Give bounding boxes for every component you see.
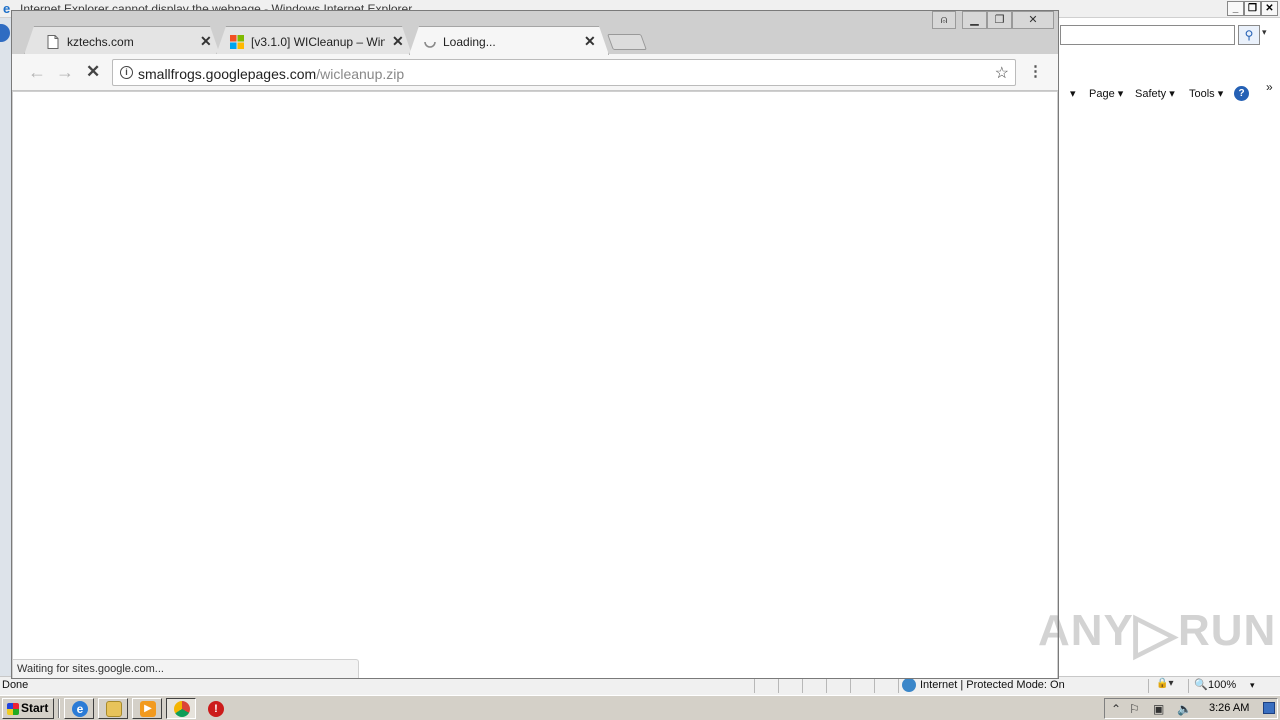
close-window-button[interactable]: ✕	[1012, 11, 1054, 29]
anyrun-watermark: ANY▷RUN	[1038, 601, 1275, 670]
page-menu[interactable]: Page ▾	[1089, 87, 1123, 100]
chevron-down-icon[interactable]: ▾	[1070, 87, 1076, 100]
status-divider	[778, 679, 779, 693]
more-menu-icon[interactable]: ⋮	[1028, 64, 1043, 79]
spinner-icon	[423, 35, 437, 49]
status-divider	[898, 679, 899, 693]
safety-menu-label: Safety	[1135, 88, 1167, 100]
internet-zone-icon	[902, 678, 916, 692]
zoom-dropdown-icon[interactable]: ▾	[1250, 680, 1255, 691]
info-icon[interactable]: i	[120, 66, 133, 79]
overflow-chevron-icon[interactable]: »	[1266, 80, 1273, 94]
clock[interactable]: 3:26 AM	[1209, 702, 1249, 714]
tab-title: [v3.1.0] WICleanup – Windows	[251, 35, 385, 49]
profile-icon[interactable]: ⍝	[932, 11, 956, 29]
back-arrow-icon[interactable]: ←	[28, 63, 46, 81]
tab-wicleanup[interactable]: [v3.1.0] WICleanup – Windows ✕	[216, 26, 412, 55]
start-button[interactable]: Start	[2, 698, 54, 719]
action-center-flag-icon[interactable]: ⚐	[1129, 702, 1140, 716]
status-divider	[1148, 679, 1149, 693]
search-dropdown-icon[interactable]: ▾	[1262, 27, 1267, 38]
show-desktop-button[interactable]	[1263, 702, 1275, 714]
search-icon[interactable]: ⚲	[1238, 25, 1260, 45]
watermark-text-right: RUN	[1177, 606, 1277, 655]
show-hidden-icons[interactable]: ⌃	[1111, 702, 1121, 716]
zoom-icon[interactable]: 🔍	[1194, 678, 1208, 691]
chevron-down-icon: ▾	[1169, 88, 1175, 100]
ie-minimize-button[interactable]: _	[1227, 1, 1244, 16]
taskbar-ie[interactable]: e	[64, 698, 94, 719]
tools-menu-label: Tools	[1189, 88, 1215, 100]
status-divider	[1188, 679, 1189, 693]
address-bar[interactable]: i smallfrogs.googlepages.com/wicleanup.z…	[112, 59, 1016, 86]
taskbar-explorer[interactable]	[98, 698, 128, 719]
security-zone-text: Internet | Protected Mode: On	[920, 679, 1065, 691]
url-text[interactable]: smallfrogs.googlepages.com/wicleanup.zip	[138, 66, 404, 82]
url-host: smallfrogs.googlepages.com	[138, 66, 317, 82]
page-icon	[47, 35, 59, 49]
chevron-down-icon: ▾	[1117, 88, 1124, 100]
media-player-icon: ▶	[140, 701, 156, 717]
taskbar: Start e ▶ ! ⌃ ⚐ ▣ 🔈 3:26 AM	[0, 695, 1280, 720]
status-divider	[874, 679, 875, 693]
watermark-text-left: ANY	[1038, 606, 1134, 655]
page-menu-label: Page	[1089, 88, 1115, 100]
tab-title: Loading...	[443, 35, 496, 49]
zoom-level[interactable]: 100%	[1208, 679, 1236, 691]
status-divider	[754, 679, 755, 693]
status-divider	[802, 679, 803, 693]
close-icon[interactable]: ✕	[584, 33, 596, 50]
start-label: Start	[21, 701, 49, 715]
chevron-down-icon: ▾	[1217, 88, 1224, 100]
tab-kztechs[interactable]: kztechs.com ✕	[24, 26, 220, 55]
chrome-icon	[174, 701, 190, 717]
tools-menu[interactable]: Tools ▾	[1189, 87, 1223, 100]
ie-status-text: Done	[2, 679, 29, 691]
taskbar-opera[interactable]: !	[200, 698, 230, 719]
network-icon[interactable]: ▣	[1153, 702, 1164, 716]
folder-icon	[106, 701, 122, 717]
system-tray: ⌃ ⚐ ▣ 🔈 3:26 AM	[1104, 698, 1278, 719]
help-icon[interactable]: ?	[1234, 86, 1249, 101]
forward-arrow-icon[interactable]: →	[56, 63, 74, 81]
status-bubble: Waiting for sites.google.com...	[13, 659, 359, 678]
bookmark-star-icon[interactable]: ☆	[995, 63, 1009, 83]
volume-icon[interactable]: 🔈	[1177, 702, 1192, 716]
restore-button[interactable]: ❐	[987, 11, 1012, 29]
taskbar-media-player[interactable]: ▶	[132, 698, 162, 719]
ie-search-input[interactable]	[1060, 25, 1235, 45]
status-divider	[826, 679, 827, 693]
new-tab-button[interactable]	[607, 34, 647, 50]
chrome-window: kztechs.com ✕ [v3.1.0] WICleanup – Windo…	[11, 10, 1059, 679]
windows-logo-icon	[230, 35, 244, 49]
tab-strip: kztechs.com ✕ [v3.1.0] WICleanup – Windo…	[12, 11, 1058, 54]
safety-menu[interactable]: Safety ▾	[1135, 87, 1175, 100]
minimize-button[interactable]: ▁	[962, 11, 987, 29]
opera-icon: !	[208, 701, 224, 717]
status-divider	[850, 679, 851, 693]
tab-title: kztechs.com	[67, 35, 134, 49]
ie-restore-button[interactable]: ❐	[1244, 1, 1261, 16]
url-path: /wicleanup.zip	[316, 66, 405, 82]
protected-mode-icon[interactable]: 🔒▾	[1156, 678, 1173, 689]
page-content[interactable]	[13, 92, 1057, 678]
ie-close-button[interactable]: ✕	[1261, 1, 1278, 16]
tab-loading[interactable]: Loading... ✕	[409, 26, 609, 55]
internet-explorer-icon: e	[72, 701, 88, 717]
close-icon[interactable]: ✕	[392, 33, 404, 50]
chrome-toolbar: ← → ✕ i smallfrogs.googlepages.com/wicle…	[12, 54, 1058, 91]
taskbar-divider	[58, 699, 60, 718]
stop-loading-icon[interactable]: ✕	[86, 62, 100, 82]
windows-flag-icon	[7, 703, 19, 715]
play-logo-icon: ▷	[1133, 601, 1178, 665]
close-icon[interactable]: ✕	[200, 33, 212, 50]
taskbar-chrome[interactable]	[166, 698, 196, 719]
